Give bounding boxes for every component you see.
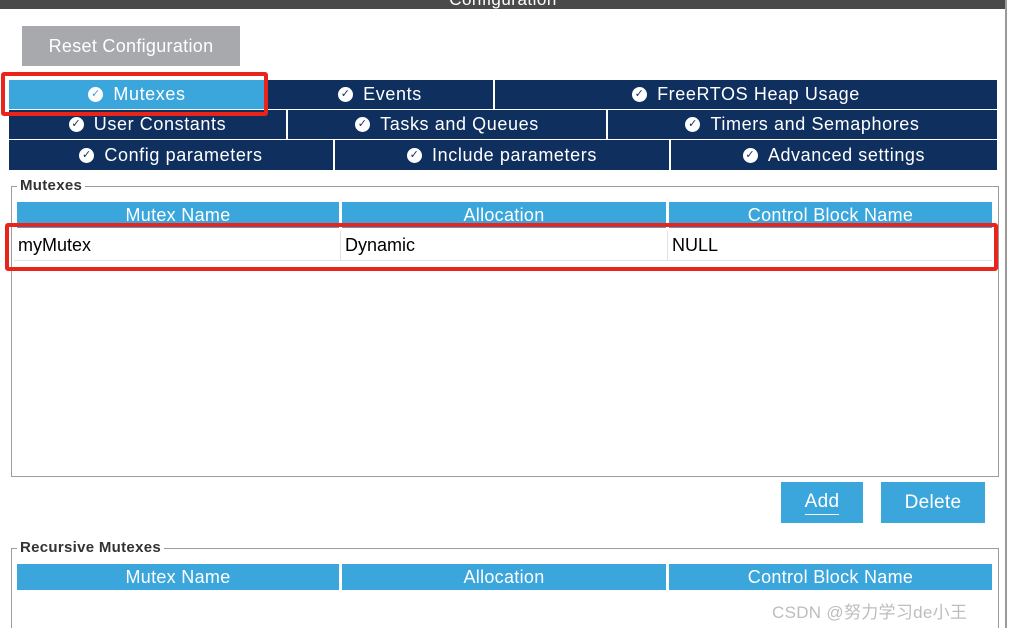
mutexes-tab-highlight bbox=[1, 72, 268, 116]
tab-events[interactable]: ✓ Events bbox=[267, 80, 493, 109]
tab-label: Config parameters bbox=[104, 144, 263, 165]
tab-label: Tasks and Queues bbox=[380, 114, 539, 134]
reset-configuration-button[interactable]: Reset Configuration bbox=[22, 26, 240, 66]
column-header-allocation[interactable]: Allocation bbox=[342, 564, 666, 590]
check-circle-icon: ✓ bbox=[79, 147, 95, 163]
window-title-bar: Configuration bbox=[0, 0, 1006, 9]
check-circle-icon: ✓ bbox=[632, 87, 648, 102]
check-circle-icon: ✓ bbox=[355, 117, 371, 132]
tab-label: Timers and Semaphores bbox=[710, 114, 920, 134]
tab-config-parameters[interactable]: ✓ Config parameters bbox=[9, 140, 333, 170]
delete-button[interactable]: Delete bbox=[881, 482, 985, 523]
watermark: CSDN @努力学习de小王 bbox=[772, 603, 968, 622]
tab-freertos-heap-usage[interactable]: ✓ FreeRTOS Heap Usage bbox=[495, 80, 997, 109]
check-circle-icon: ✓ bbox=[685, 117, 701, 132]
column-header-mutex-name[interactable]: Mutex Name bbox=[17, 564, 339, 590]
tab-label: FreeRTOS Heap Usage bbox=[657, 84, 860, 104]
tab-label: Include parameters bbox=[432, 144, 597, 165]
column-header-control-block-name[interactable]: Control Block Name bbox=[669, 564, 992, 590]
tab-label: User Constants bbox=[93, 114, 227, 134]
add-button[interactable]: Add bbox=[781, 482, 863, 523]
mutex-row-highlight bbox=[5, 223, 998, 271]
tab-advanced-settings[interactable]: ✓ Advanced settings bbox=[671, 140, 997, 170]
check-circle-icon: ✓ bbox=[742, 147, 758, 163]
tab-tasks-and-queues[interactable]: ✓ Tasks and Queues bbox=[288, 110, 606, 139]
check-circle-icon: ✓ bbox=[68, 117, 84, 132]
add-button-label: Add bbox=[804, 491, 840, 515]
tab-row-3: ✓ Config parameters ✓ Include parameters… bbox=[9, 140, 997, 170]
window-title: Configuration bbox=[0, 0, 1006, 9]
mutexes-group-legend: Mutexes bbox=[17, 177, 86, 194]
check-circle-icon: ✓ bbox=[407, 147, 423, 163]
recursive-mutexes-group-legend: Recursive Mutexes bbox=[17, 539, 165, 556]
recursive-mutexes-table-header: Mutex Name Allocation Control Block Name bbox=[17, 564, 992, 590]
tab-label: Advanced settings bbox=[767, 144, 926, 165]
tab-include-parameters[interactable]: ✓ Include parameters bbox=[335, 140, 669, 170]
panel-right-border bbox=[1005, 0, 1007, 628]
tab-label: Events bbox=[363, 84, 422, 104]
check-circle-icon: ✓ bbox=[338, 87, 354, 102]
tab-timers-and-semaphores[interactable]: ✓ Timers and Semaphores bbox=[608, 110, 997, 139]
